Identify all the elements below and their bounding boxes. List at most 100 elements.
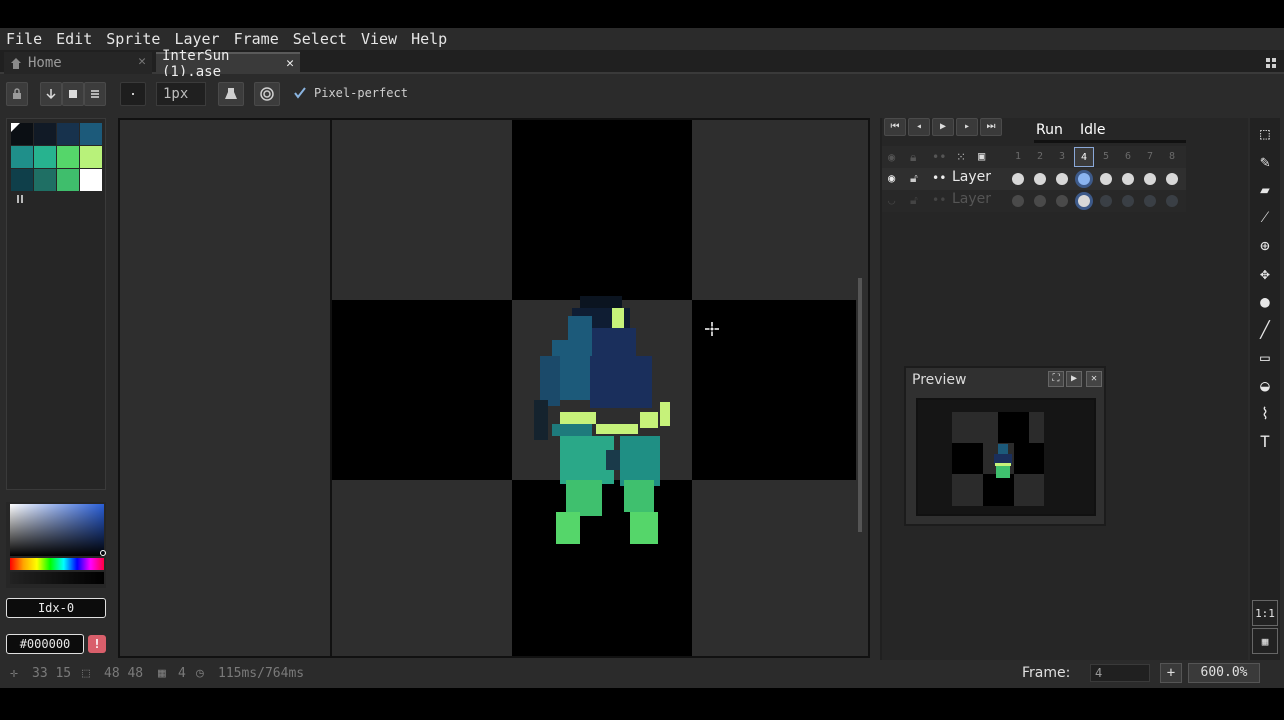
unlock-icon[interactable]: 🔓︎ <box>910 171 918 186</box>
palette-swatch[interactable] <box>34 169 56 191</box>
cel[interactable] <box>1122 195 1134 207</box>
ink-icon[interactable] <box>218 82 244 106</box>
palette-swatch[interactable] <box>34 123 56 145</box>
menu-sprite[interactable]: Sprite <box>106 30 160 48</box>
text-icon[interactable]: T <box>1252 428 1278 454</box>
frame-header[interactable]: 7 <box>1140 147 1160 167</box>
continuous-icon[interactable]: •• <box>932 193 946 207</box>
cel[interactable] <box>1078 173 1090 185</box>
layer-name[interactable]: Layer <box>952 191 991 207</box>
tab-intersun[interactable]: InterSun (1).ase ✕ <box>156 48 300 80</box>
smudge-icon[interactable]: ⌇ <box>1252 400 1278 426</box>
layer-row[interactable]: ◉ 🔓︎ •• Layer <box>882 168 1186 190</box>
menu-layer[interactable]: Layer <box>174 30 219 48</box>
frame-field[interactable]: 4 <box>1090 664 1150 682</box>
continuous-header-icon[interactable]: •• <box>932 150 946 164</box>
menu-file[interactable]: File <box>6 30 42 48</box>
color-cursor[interactable] <box>100 550 106 556</box>
cel[interactable] <box>1012 195 1024 207</box>
layer-name[interactable]: Layer <box>952 169 991 185</box>
vertical-scrollbar[interactable] <box>858 278 862 532</box>
menu-select[interactable]: Select <box>293 30 347 48</box>
preview-play-icon[interactable]: ▶ <box>1066 371 1082 387</box>
move-icon[interactable]: ✥ <box>1252 260 1278 286</box>
rectangle-icon[interactable]: ▭ <box>1252 344 1278 370</box>
palette-swatch[interactable] <box>57 169 79 191</box>
close-icon[interactable]: ✕ <box>138 54 146 69</box>
warning-icon[interactable]: ! <box>88 635 106 653</box>
hue-slider[interactable] <box>10 558 104 570</box>
close-icon[interactable]: ✕ <box>1086 371 1102 387</box>
frame-header[interactable]: 4 <box>1074 147 1094 167</box>
cel[interactable] <box>1034 173 1046 185</box>
sprite-editor-canvas[interactable] <box>118 118 870 658</box>
new-frame-button[interactable]: + <box>1160 663 1182 683</box>
blur-icon[interactable]: ◒ <box>1252 372 1278 398</box>
continuous-icon[interactable]: •• <box>932 171 946 185</box>
menu-view[interactable]: View <box>361 30 397 48</box>
pixel-perfect-checkbox[interactable] <box>294 87 306 99</box>
menu-help[interactable]: Help <box>411 30 447 48</box>
square-brush-icon[interactable] <box>62 82 84 106</box>
hex-color-field[interactable]: #000000 <box>6 634 84 654</box>
palette-swatch[interactable] <box>57 146 79 168</box>
tag-idle[interactable]: Idle <box>1076 122 1110 140</box>
cel[interactable] <box>1100 173 1112 185</box>
brush-size-field[interactable]: 1px <box>156 82 206 106</box>
tag-run[interactable]: Run <box>1032 122 1067 140</box>
brush-preview-icon[interactable] <box>120 82 146 106</box>
menu-edit[interactable]: Edit <box>56 30 92 48</box>
layer-row[interactable]: ◡ 🔓︎ •• Layer <box>882 190 1186 212</box>
zoom-field[interactable]: 600.0% <box>1188 663 1260 683</box>
cel[interactable] <box>1056 195 1068 207</box>
brush-menu-icon[interactable] <box>84 82 106 106</box>
cel[interactable] <box>1034 195 1046 207</box>
frame-header[interactable]: 6 <box>1118 147 1138 167</box>
saturation-value-box[interactable] <box>10 504 104 556</box>
previous-frame-button[interactable]: ◂ <box>908 118 930 136</box>
frame-header[interactable]: 5 <box>1096 147 1116 167</box>
cel[interactable] <box>1012 173 1024 185</box>
play-button[interactable]: ▶ <box>932 118 954 136</box>
zoom-icon[interactable]: ⊕ <box>1252 232 1278 258</box>
pencil-icon[interactable]: ✎ <box>1252 148 1278 174</box>
last-frame-button[interactable]: ⏭ <box>980 118 1002 136</box>
frame-header[interactable]: 1 <box>1008 147 1028 167</box>
fill-icon[interactable]: ● <box>1252 288 1278 314</box>
palette-swatch[interactable] <box>11 123 33 145</box>
onion-skin-icon[interactable]: ⁙ <box>956 150 966 164</box>
palette-resize-handle[interactable] <box>17 195 23 203</box>
lock-icon[interactable] <box>6 82 28 106</box>
next-frame-button[interactable]: ▸ <box>956 118 978 136</box>
palette-swatch[interactable] <box>80 146 102 168</box>
line-icon[interactable]: ╱ <box>1252 316 1278 342</box>
cel[interactable] <box>1122 173 1134 185</box>
palette-swatch[interactable] <box>57 123 79 145</box>
color-index-label[interactable]: Idx-0 <box>6 598 106 618</box>
cel[interactable] <box>1166 195 1178 207</box>
layer-toggle-icon[interactable]: ▣ <box>978 149 985 163</box>
palette-swatch[interactable] <box>11 146 33 168</box>
eye-hidden-icon[interactable]: ◡ <box>888 193 895 207</box>
eraser-icon[interactable]: ▰ <box>1252 176 1278 202</box>
grid-view-button[interactable]: ▦ <box>1252 628 1278 654</box>
palette-swatch[interactable] <box>80 169 102 191</box>
color-picker[interactable] <box>6 502 106 588</box>
palette-swatch[interactable] <box>34 146 56 168</box>
alpha-slider[interactable] <box>10 572 104 584</box>
frame-header[interactable]: 3 <box>1052 147 1072 167</box>
eyedropper-icon[interactable]: ⁄ <box>1252 204 1278 230</box>
preview-fullscreen-icon[interactable]: ⛶ <box>1048 371 1064 387</box>
menu-frame[interactable]: Frame <box>234 30 279 48</box>
actual-size-button[interactable]: 1:1 <box>1252 600 1278 626</box>
frame-header[interactable]: 2 <box>1030 147 1050 167</box>
unlock-icon[interactable]: 🔓︎ <box>910 193 918 208</box>
eye-icon[interactable]: ◉ <box>888 171 895 185</box>
preview-view[interactable] <box>916 398 1096 516</box>
arrow-down-icon[interactable] <box>40 82 62 106</box>
preview-window[interactable]: Preview ⛶ ▶ ✕ <box>904 366 1106 526</box>
close-icon[interactable]: ✕ <box>286 56 294 71</box>
first-frame-button[interactable]: ⏮ <box>884 118 906 136</box>
pressure-icon[interactable] <box>254 82 280 106</box>
cel[interactable] <box>1056 173 1068 185</box>
